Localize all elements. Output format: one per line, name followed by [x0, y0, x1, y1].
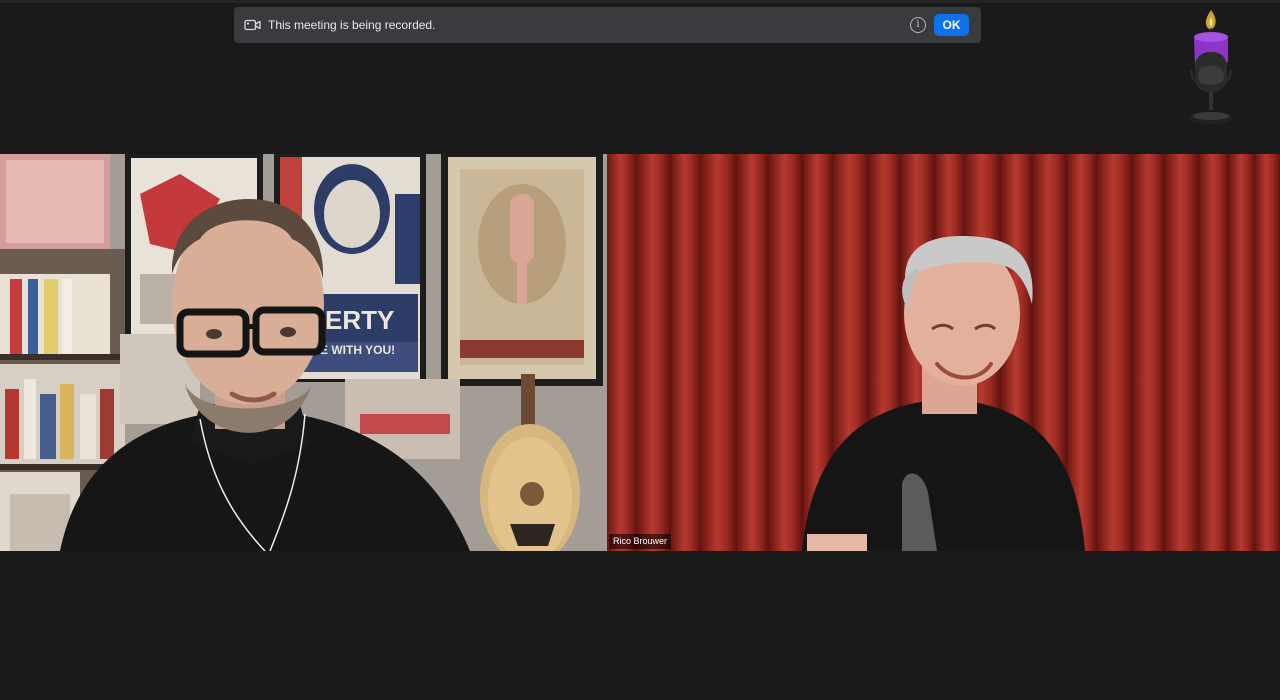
ok-button[interactable]: OK — [934, 14, 969, 36]
meeting-stage: This meeting is being recorded. i OK ERT… — [0, 0, 1280, 700]
video-feed-left: ERTY E WITH YOU! — [0, 154, 607, 551]
top-border — [0, 0, 1280, 3]
info-icon[interactable]: i — [910, 17, 926, 33]
recording-message: This meeting is being recorded. — [268, 18, 436, 32]
video-tile-left[interactable]: ERTY E WITH YOU! — [0, 154, 607, 551]
recording-banner: This meeting is being recorded. i OK — [234, 7, 981, 43]
svg-text:ERTY: ERTY — [325, 305, 394, 335]
video-camera-icon — [243, 18, 261, 32]
svg-text:E WITH YOU!: E WITH YOU! — [320, 343, 395, 357]
microphone-candle-logo-icon — [1182, 8, 1240, 128]
participant-name-tag: Rico Brouwer — [609, 534, 672, 549]
video-feed-right — [607, 154, 1280, 551]
video-tile-right[interactable]: Rico Brouwer — [607, 154, 1280, 551]
